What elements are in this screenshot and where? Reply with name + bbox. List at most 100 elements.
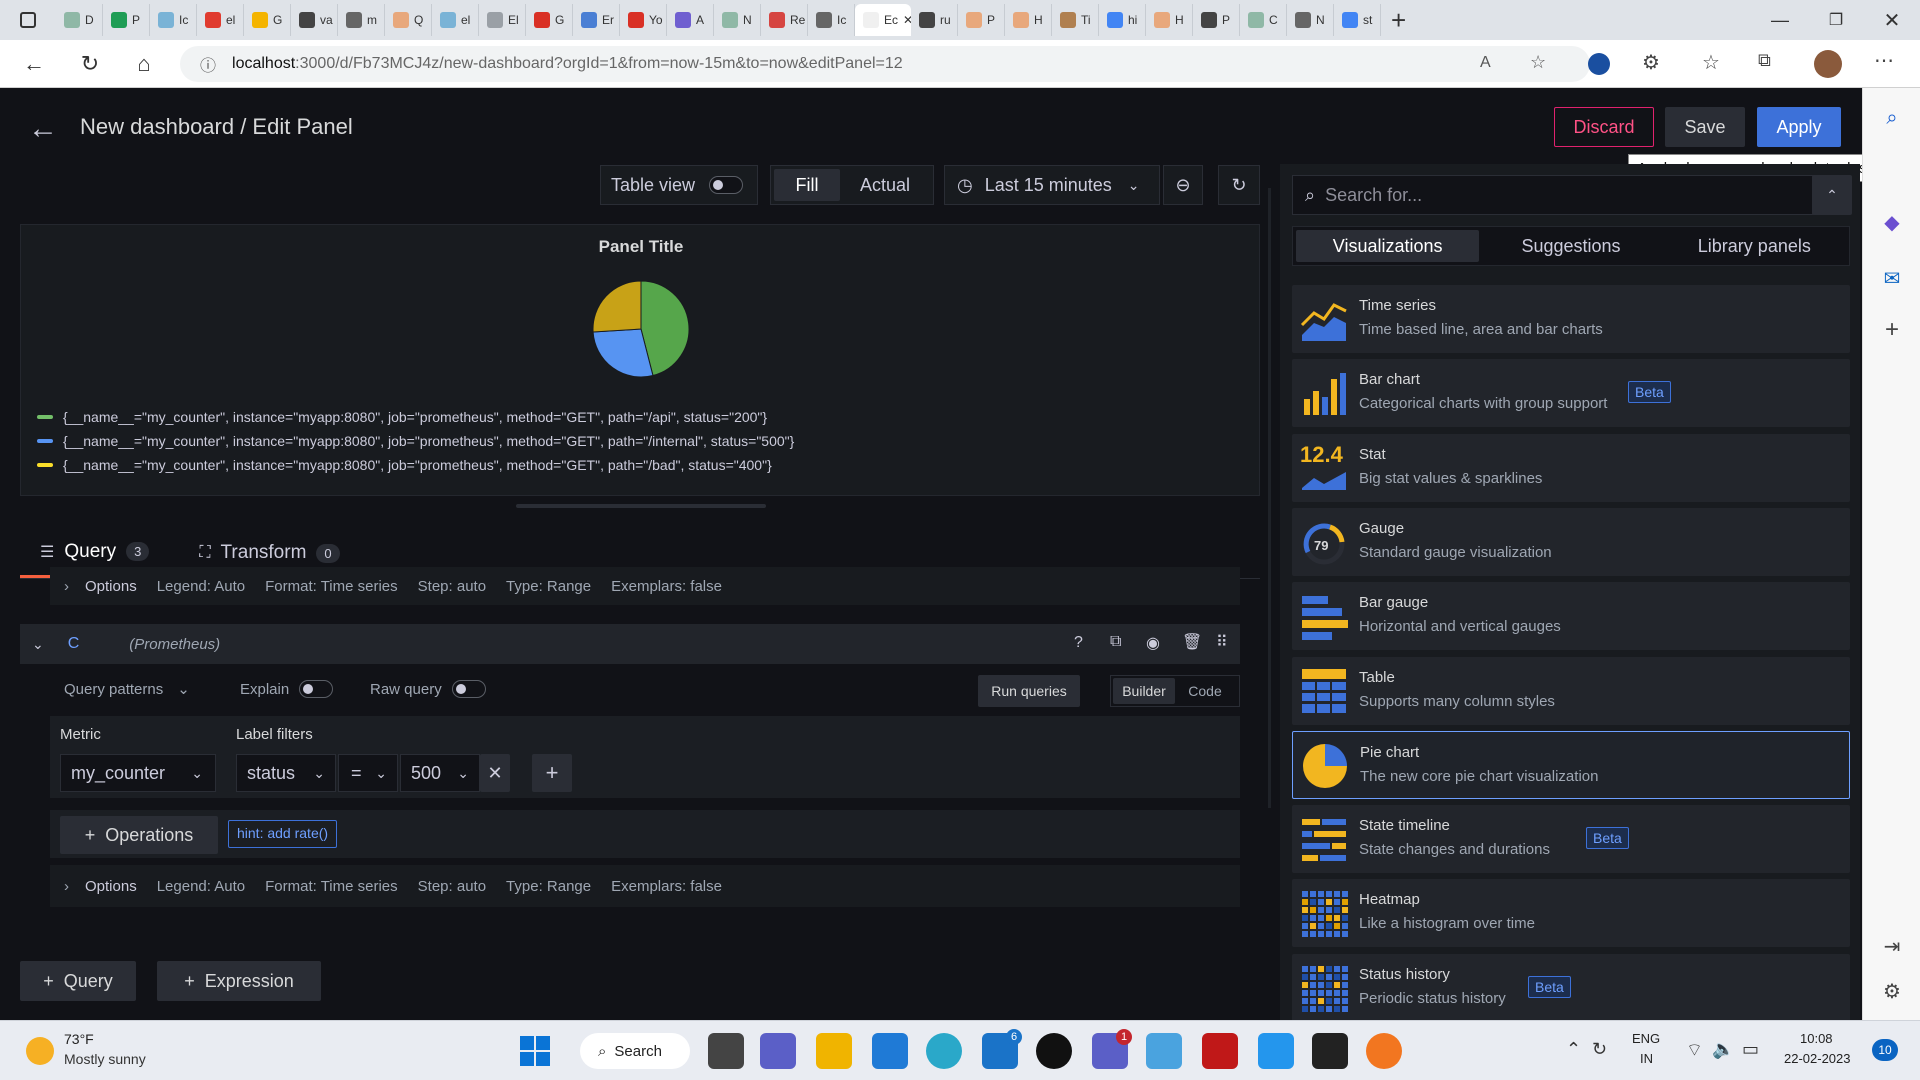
browser-tab[interactable]: Ti	[1052, 4, 1099, 36]
resize-handle[interactable]	[516, 504, 766, 508]
code-option[interactable]: Code	[1175, 678, 1235, 704]
minimize-icon[interactable]: —	[1752, 0, 1808, 40]
copilot-icon[interactable]: ◆	[1863, 202, 1920, 242]
table-view-switch[interactable]	[709, 176, 744, 194]
run-queries-button[interactable]: Run queries	[978, 675, 1080, 707]
docker-icon[interactable]	[1258, 1033, 1294, 1069]
volume-icon[interactable]: 🔈	[1712, 1039, 1734, 1060]
viz-item[interactable]: 79 Gauge Standard gauge visualization	[1292, 507, 1850, 576]
viz-item[interactable]: State timeline State changes and duration…	[1292, 805, 1850, 874]
save-button[interactable]: Save	[1665, 107, 1745, 147]
lang-code[interactable]: ENG	[1632, 1031, 1660, 1046]
close-tab-icon[interactable]: ✕	[903, 13, 911, 27]
browser-tab[interactable]: D	[56, 4, 103, 36]
extension-icon[interactable]	[1588, 53, 1610, 75]
settings-icon[interactable]: ⚙	[1863, 971, 1920, 1011]
browser-tab[interactable]: A	[667, 4, 714, 36]
browser-tab[interactable]: Ic	[150, 4, 197, 36]
collapse-pane-button[interactable]: ⌃	[1812, 175, 1852, 215]
panel-preview[interactable]: Panel Title {__name__="my_counter", inst…	[20, 224, 1260, 496]
builder-option[interactable]: Builder	[1113, 678, 1175, 704]
operations-button[interactable]: + Operations	[60, 816, 218, 854]
wifi-icon[interactable]: ⌔	[1686, 1039, 1703, 1062]
add-sidebar-app-icon[interactable]: +	[1863, 310, 1920, 350]
edge-icon[interactable]	[926, 1033, 962, 1069]
vscode-icon[interactable]	[872, 1033, 908, 1069]
viz-item[interactable]: Status history Periodic status history Bet…	[1292, 953, 1850, 1022]
zoom-out-button[interactable]: ⊖	[1163, 165, 1203, 205]
viz-item[interactable]: Table Supports many column styles	[1292, 656, 1850, 725]
app-icon[interactable]	[1146, 1033, 1182, 1069]
browser-tab[interactable]: C	[1240, 4, 1287, 36]
browser-tab[interactable]: Re	[761, 4, 808, 36]
info-icon[interactable]: ⓘ	[200, 52, 216, 76]
tab-visualizations[interactable]: Visualizations	[1296, 230, 1480, 262]
browser-tab[interactable]: Ic	[808, 4, 855, 36]
explain-toggle[interactable]: Explain	[240, 680, 334, 698]
duplicate-icon[interactable]: ⧉	[1110, 633, 1121, 651]
legend-item[interactable]: {__name__="my_counter", instance="myapp:…	[37, 429, 1237, 453]
hint-add-rate[interactable]: hint: add rate()	[228, 820, 338, 848]
browser-tab[interactable]: Yo	[620, 4, 667, 36]
browser-tab[interactable]: va	[291, 4, 338, 36]
explain-switch[interactable]	[299, 680, 334, 698]
browser-tab[interactable]: N	[714, 4, 761, 36]
postman-icon[interactable]	[1366, 1033, 1402, 1069]
favorites-icon[interactable]: ☆	[1702, 50, 1720, 75]
sync-icon[interactable]: ↻	[1592, 1039, 1607, 1060]
eye-icon[interactable]: ◉	[1146, 633, 1160, 653]
browser-tab[interactable]: G	[244, 4, 291, 36]
trash-icon[interactable]: 🗑	[1182, 632, 1202, 652]
lang-region[interactable]: IN	[1640, 1051, 1653, 1066]
browser-tab[interactable]: P	[958, 4, 1005, 36]
close-window-icon[interactable]: ✕	[1864, 0, 1920, 40]
browser-tab[interactable]: st	[1334, 4, 1381, 36]
add-filter-button[interactable]: +	[532, 754, 572, 792]
url-field[interactable]: ⓘ localhost:3000/d/Fb73MCJ4z/new-dashboa…	[180, 46, 1590, 82]
legend-item[interactable]: {__name__="my_counter", instance="myapp:…	[37, 405, 1237, 429]
tab-suggestions[interactable]: Suggestions	[1479, 230, 1662, 262]
tab-library-panels[interactable]: Library panels	[1663, 230, 1846, 262]
viz-item[interactable]: Bar chart Categorical charts with group s…	[1292, 359, 1850, 428]
browser-tab[interactable]: el	[432, 4, 479, 36]
battery-icon[interactable]: ▭	[1742, 1039, 1759, 1060]
browser-tab[interactable]: ru	[911, 4, 958, 36]
more-menu-icon[interactable]: ⋯	[1874, 48, 1894, 73]
raw-query-switch[interactable]	[451, 680, 486, 698]
browser-tab[interactable]: Er	[573, 4, 620, 36]
viz-search-input[interactable]: ⌕ Search for...	[1292, 175, 1822, 215]
collections-icon[interactable]: ⧉	[1758, 50, 1771, 71]
browser-tab[interactable]: N	[1287, 4, 1334, 36]
browser-tab[interactable]: hi	[1099, 4, 1146, 36]
outlook-icon[interactable]: ✉	[1863, 258, 1920, 298]
apply-button[interactable]: Apply	[1757, 107, 1841, 147]
taskbar-search[interactable]: ⌕ Search	[580, 1033, 690, 1069]
metric-select[interactable]: my_counter ⌄	[60, 754, 216, 792]
back-arrow-icon[interactable]: ←	[28, 112, 58, 146]
filter-value-select[interactable]: 500 ⌄	[400, 754, 480, 792]
time-range-picker[interactable]: ◷ Last 15 minutes ⌄	[944, 165, 1160, 205]
home-icon[interactable]: ⌂	[124, 44, 164, 84]
notification-badge[interactable]: 10	[1872, 1039, 1898, 1061]
clock-time[interactable]: 10:08	[1800, 1031, 1833, 1046]
options-row-c[interactable]: › Options Legend: Auto Format: Time seri…	[50, 865, 1240, 907]
fill-option[interactable]: Fill	[774, 169, 840, 201]
browser-tab[interactable]: G	[526, 4, 573, 36]
browser-tab[interactable]: el	[197, 4, 244, 36]
splitter[interactable]	[1268, 188, 1271, 808]
help-icon[interactable]: ?	[1074, 634, 1083, 652]
raw-query-toggle[interactable]: Raw query	[370, 680, 486, 698]
back-icon[interactable]: ←	[14, 44, 54, 84]
viz-item[interactable]: Time series Time based line, area and bar…	[1292, 285, 1850, 353]
pie-slice[interactable]	[592, 280, 642, 333]
windows-start-icon[interactable]	[520, 1036, 550, 1066]
viz-item[interactable]: Heatmap Like a histogram over time	[1292, 879, 1850, 948]
browser-tab[interactable]: Ec ✕	[855, 4, 911, 36]
viz-item[interactable]: Bar gauge Horizontal and vertical gauges	[1292, 582, 1850, 651]
teams-chat-icon[interactable]	[760, 1033, 796, 1069]
read-aloud-icon[interactable]: A	[1480, 54, 1491, 72]
actual-option[interactable]: Actual	[840, 169, 930, 201]
mcafee-icon[interactable]	[1202, 1033, 1238, 1069]
profile-avatar[interactable]	[1814, 50, 1842, 78]
task-view-icon[interactable]	[708, 1033, 744, 1069]
